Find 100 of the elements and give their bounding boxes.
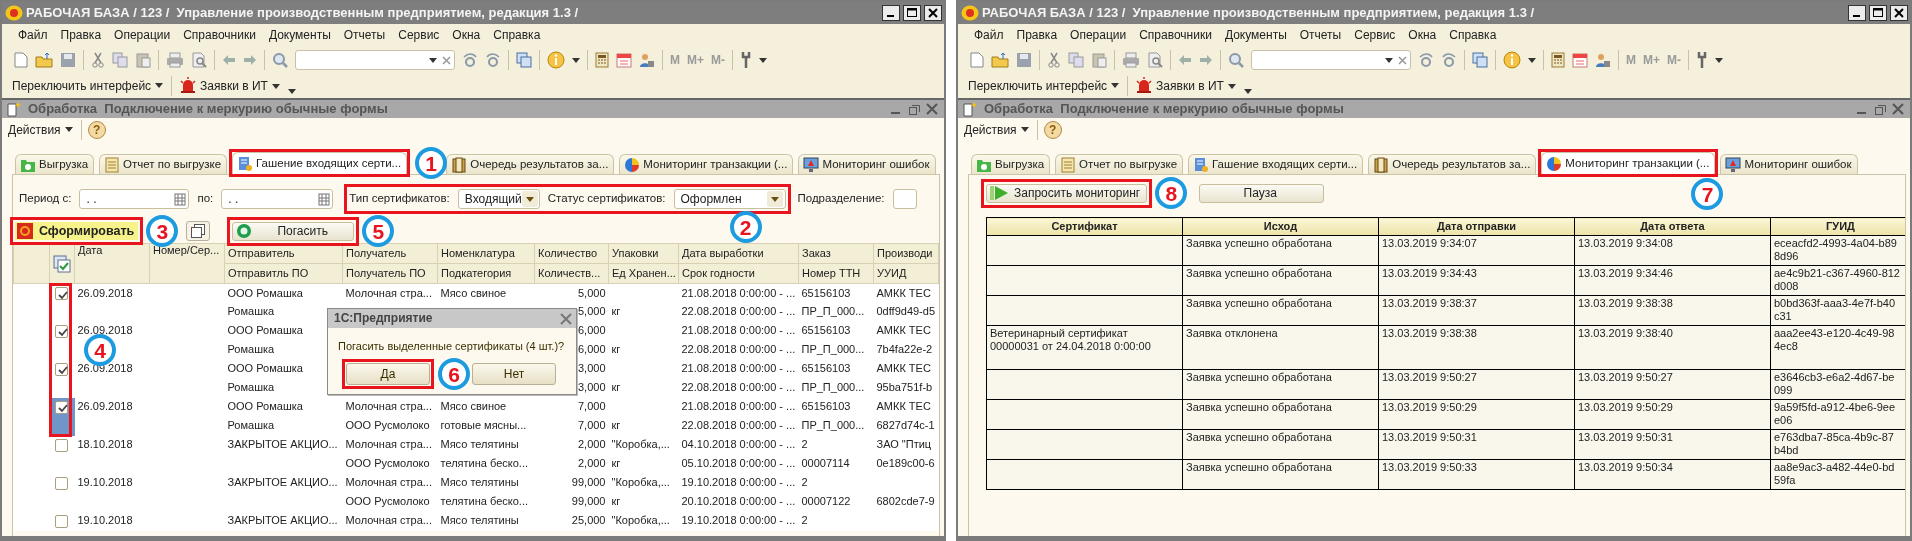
undo-arrow-icon[interactable] [1178, 54, 1192, 66]
column-header[interactable]: Сертификат [986, 217, 1183, 236]
requests-button[interactable]: Заявки в ИТ [1134, 77, 1238, 95]
search-field[interactable] [295, 50, 455, 70]
checkbox[interactable] [54, 324, 68, 338]
tab[interactable]: Мониторинг транзакции (... [1541, 152, 1716, 174]
windows-icon[interactable] [1472, 52, 1488, 68]
windows-button[interactable] [186, 221, 211, 241]
build-button[interactable]: Сформировать [15, 222, 139, 240]
find-previous-icon[interactable] [1441, 52, 1457, 68]
column-header[interactable]: Количество [534, 243, 609, 264]
column-header[interactable]: Номер/Сер... [149, 243, 225, 284]
menu-item[interactable]: Справка [493, 27, 541, 43]
menu-item[interactable]: Правка [60, 27, 102, 43]
requests-button[interactable]: Заявки в ИТ [178, 77, 282, 95]
calendar-button-icon[interactable] [318, 192, 331, 206]
user-lock-icon[interactable] [1595, 52, 1611, 68]
checkbox[interactable] [54, 400, 68, 414]
printer-icon[interactable] [166, 52, 184, 68]
search-icon[interactable] [272, 52, 288, 68]
tab[interactable]: Отчет по выгрузке [1055, 154, 1184, 174]
column-header[interactable]: Дата выработки [678, 243, 799, 264]
restore-icon[interactable] [1874, 103, 1886, 115]
tab[interactable]: Мониторинг ошибок [1720, 154, 1858, 174]
tab[interactable]: Выгрузка [15, 154, 95, 174]
paste-icon[interactable] [1091, 52, 1107, 68]
search-icon[interactable] [1228, 52, 1244, 68]
info-icon[interactable] [547, 51, 565, 69]
column-header[interactable]: Дата ответа [1574, 217, 1771, 236]
folder-icon[interactable] [991, 52, 1009, 68]
menu-item[interactable]: Окна [1408, 27, 1437, 43]
search-field[interactable] [1251, 50, 1411, 70]
new-document-icon[interactable] [14, 52, 28, 68]
wrench-icon[interactable] [1696, 51, 1708, 69]
actions-button[interactable]: Действия [6, 122, 75, 138]
redo-arrow-icon[interactable] [243, 54, 257, 66]
calendar-button-icon[interactable] [174, 192, 187, 206]
scissors-icon[interactable] [91, 52, 105, 68]
caret-icon[interactable] [1385, 57, 1393, 63]
menu-item[interactable]: Справка [1449, 27, 1497, 43]
menu-item[interactable]: Правка [1016, 27, 1058, 43]
caret-icon[interactable] [429, 57, 437, 63]
column-header[interactable]: Производи [873, 243, 939, 264]
info-icon[interactable] [1503, 51, 1521, 69]
column-header[interactable]: Дата [74, 243, 150, 284]
column-header[interactable]: Упаковки [608, 243, 679, 264]
calendar-icon[interactable] [1572, 52, 1588, 68]
print-preview-icon[interactable] [191, 52, 207, 68]
actions-button[interactable]: Действия [962, 122, 1031, 138]
windows-icon[interactable] [516, 52, 532, 68]
tab[interactable]: Мониторинг транзакции (... [619, 154, 794, 174]
printer-icon[interactable] [1122, 52, 1140, 68]
dropdown-field[interactable]: Входящий [457, 189, 540, 209]
help-button[interactable]: ? [1043, 121, 1062, 139]
caret-icon[interactable] [759, 57, 767, 63]
caret-icon[interactable] [1715, 57, 1723, 63]
column-header[interactable]: Дата отправки [1378, 217, 1575, 236]
clear-icon[interactable] [442, 55, 451, 65]
menu-item[interactable]: Документы [268, 27, 331, 43]
checkbox[interactable] [54, 287, 68, 300]
dialog-button[interactable]: Да [346, 363, 430, 386]
menu-item[interactable]: Отчеты [1299, 27, 1342, 43]
request-button[interactable]: Запросить мониторинг [986, 183, 1148, 203]
pause-button[interactable]: Пауза [1199, 183, 1325, 203]
scissors-icon[interactable] [1047, 52, 1061, 68]
tab[interactable]: Очередь результатов за... [446, 154, 615, 174]
tab[interactable]: Отчет по выгрузке [99, 154, 228, 174]
restore-icon[interactable] [908, 103, 920, 115]
copy-icon[interactable] [1068, 52, 1084, 68]
menu-item[interactable]: Справочники [1139, 27, 1212, 43]
caret-icon[interactable] [572, 57, 580, 63]
new-document-icon[interactable] [970, 52, 984, 68]
checkbox[interactable] [54, 438, 68, 452]
redeem-button[interactable]: Погасить [232, 221, 355, 241]
calendar-icon[interactable] [616, 52, 632, 68]
menu-item[interactable]: Отчеты [343, 27, 386, 43]
checkbox[interactable] [54, 362, 68, 376]
paste-icon[interactable] [135, 52, 151, 68]
tab[interactable]: Мониторинг ошибок [798, 154, 936, 174]
interface-switch-button[interactable]: Переключить интерфейс [10, 78, 166, 94]
menu-item[interactable]: Окна [452, 27, 481, 43]
checklist-icon[interactable] [53, 254, 71, 273]
menu-item[interactable]: Справочники [183, 27, 256, 43]
user-lock-icon[interactable] [639, 52, 655, 68]
checkbox[interactable] [54, 476, 68, 490]
menu-item[interactable]: Сервис [398, 27, 440, 43]
column-header[interactable]: Исход [1182, 217, 1379, 236]
caret-icon[interactable] [1528, 57, 1536, 63]
menu-item[interactable]: Операции [114, 27, 171, 43]
undo-arrow-icon[interactable] [222, 54, 236, 66]
find-next-icon[interactable] [462, 52, 478, 68]
find-next-icon[interactable] [1418, 52, 1434, 68]
input-field[interactable] [892, 189, 917, 209]
interface-switch-button[interactable]: Переключить интерфейс [966, 78, 1122, 94]
redo-arrow-icon[interactable] [1199, 54, 1213, 66]
tab[interactable]: Гашение входящих серти... [232, 152, 408, 174]
column-header[interactable]: ГУИД [1770, 217, 1905, 236]
dropdown-field[interactable]: Оформлен [673, 189, 786, 209]
menu-item[interactable]: Файл [974, 27, 1004, 43]
save-icon[interactable] [1016, 52, 1032, 68]
